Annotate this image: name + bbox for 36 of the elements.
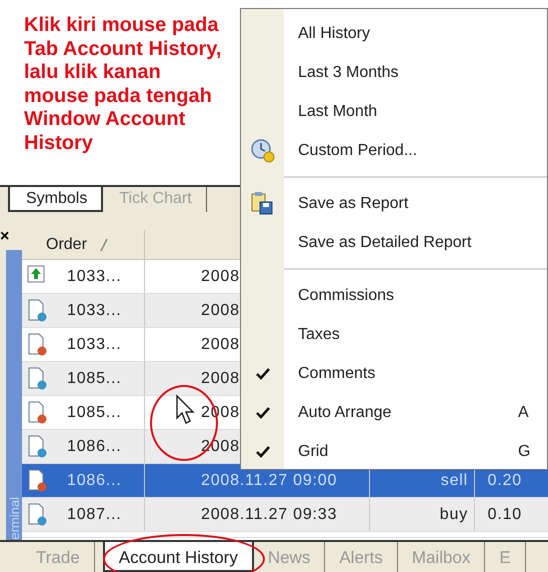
table-cell: 0.10 (488, 506, 522, 524)
table-cell: 1033... (67, 268, 122, 286)
table-cell: 2008.11.27 09:33 (201, 506, 338, 524)
menu-item[interactable]: Custom Period... (241, 131, 547, 170)
tab[interactable]: Symbols (8, 187, 104, 212)
table-cell: 1085... (67, 370, 122, 388)
menu-item[interactable]: Last Month (241, 92, 547, 131)
tab[interactable]: Account History (102, 542, 254, 572)
table-cell: 1033... (67, 302, 122, 320)
table-cell: buy (440, 506, 468, 524)
table-row[interactable]: 1087... 2008.11.27 09:33 buy 0.10 (22, 498, 548, 532)
menu-item[interactable]: Last 3 Months (241, 53, 547, 92)
table-cell: 2008 (201, 268, 240, 286)
table-cell: 2008 (201, 302, 240, 320)
menu-item[interactable]: Save as Report (241, 184, 547, 223)
menu-item[interactable]: Comments (241, 354, 547, 393)
table-cell: 2008 (201, 336, 240, 354)
table-cell: 1033... (67, 336, 122, 354)
table-cell: sell (440, 472, 468, 490)
menu-item[interactable]: All History (241, 14, 547, 53)
table-cell: 2008 (201, 370, 240, 388)
table-cell: 1087... (67, 506, 122, 524)
table-cell: 0.20 (488, 472, 522, 490)
annotation-text: Klik kiri mouse pada Tab Account History, lalu klik kanan mouse pada tengah Window Account History (24, 14, 222, 155)
table-cell: 1085... (67, 404, 122, 422)
menu-item[interactable]: Auto Arrange A (241, 393, 547, 432)
menu-item[interactable]: Save as Detailed Report (241, 223, 547, 262)
close-button[interactable]: × (0, 230, 22, 250)
table-cell: 1086... (67, 438, 122, 456)
menu-item[interactable]: Taxes (241, 315, 547, 354)
table-row[interactable]: 1086... 2008.11.27 09:00 sell 0.20 (22, 464, 548, 498)
menu-item[interactable]: Commissions (241, 276, 547, 315)
table-cell: 2008.11.27 09:00 (201, 472, 338, 490)
column-header[interactable]: Order (22, 230, 145, 259)
panel-title: erminal (6, 496, 22, 540)
table-cell: 1086... (67, 472, 122, 490)
